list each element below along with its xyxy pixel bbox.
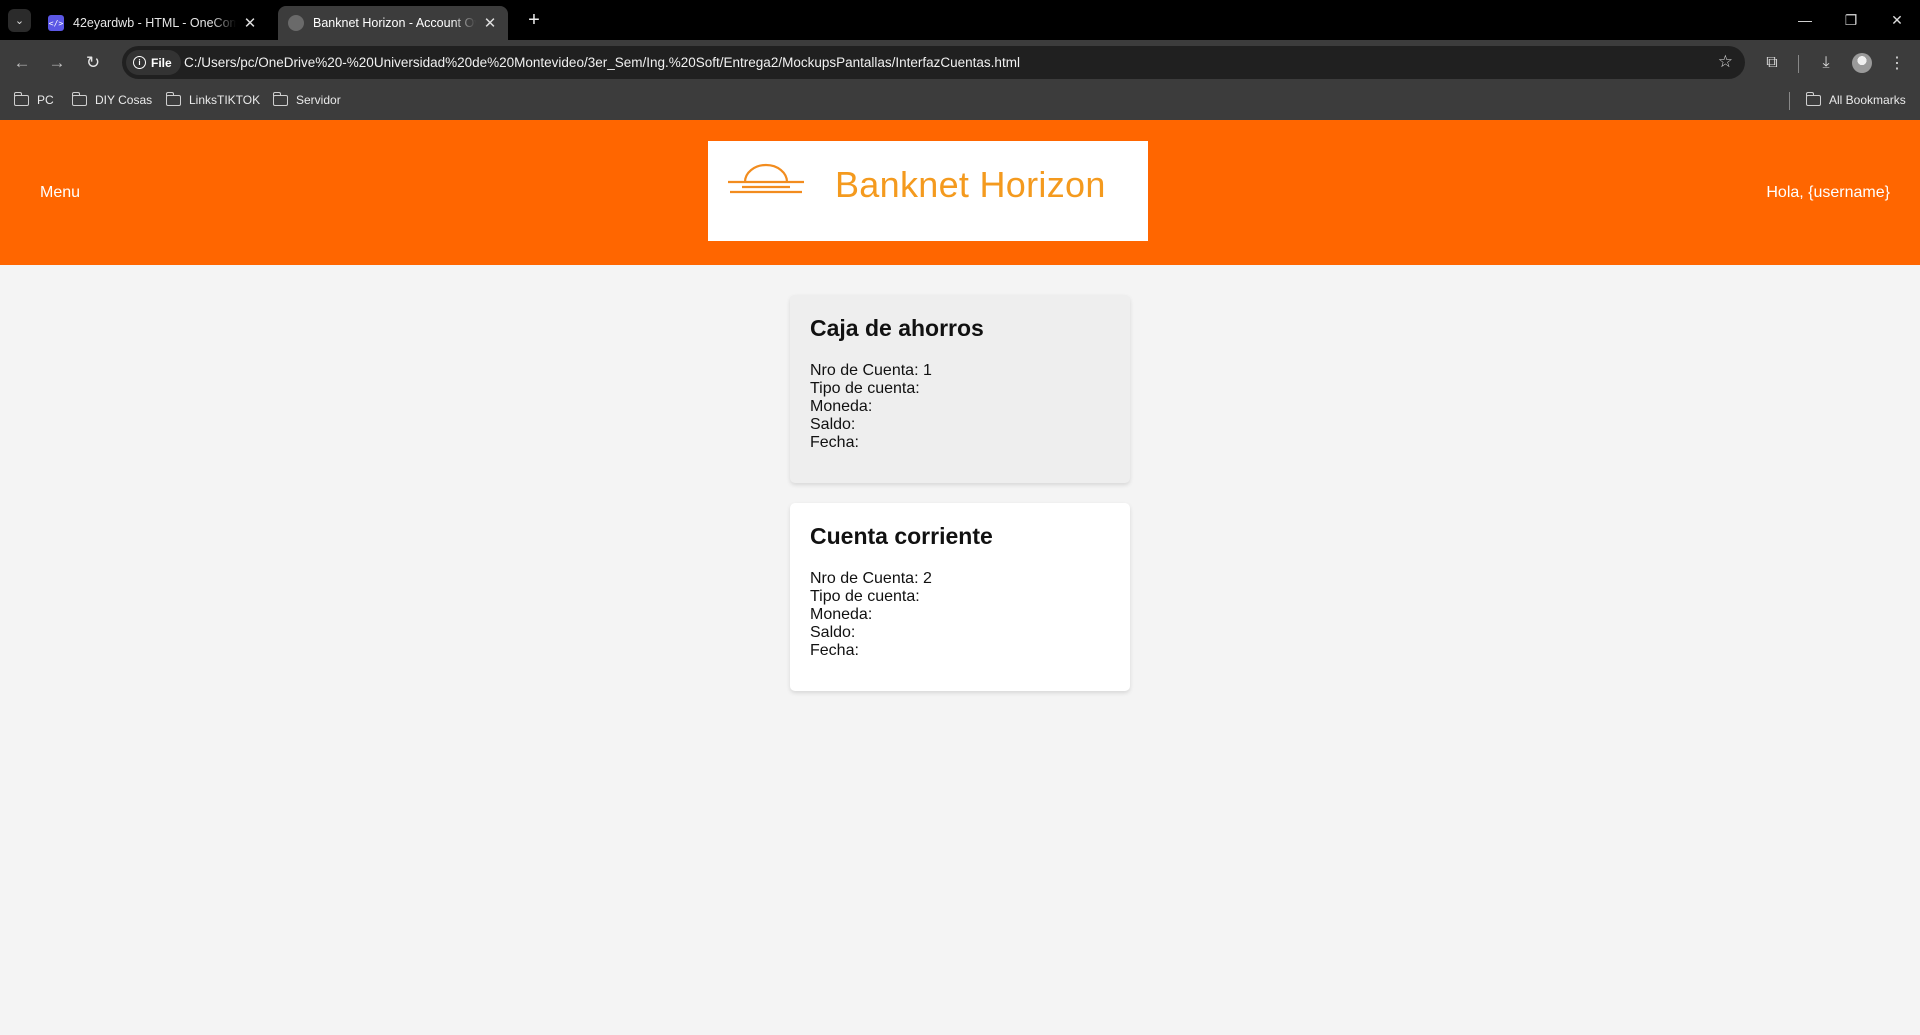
code-favicon-icon: </> (48, 15, 64, 31)
logo: Banknet Horizon (708, 141, 1148, 241)
toolbar-divider (1798, 55, 1799, 73)
sunset-logo-icon (728, 163, 804, 194)
account-title: Cuenta corriente (810, 523, 993, 549)
account-number: Nro de Cuenta: 1 (810, 362, 932, 379)
bookmarks-divider (1789, 92, 1790, 110)
account-currency: Moneda: (810, 398, 873, 415)
bookmarks-bar: PC DIY Cosas LinksTIKTOK Servidor All Bo… (0, 85, 1920, 120)
close-window-icon[interactable]: ✕ (1874, 0, 1920, 40)
profile-avatar-icon[interactable] (1849, 50, 1875, 76)
bookmark-linkstiktok[interactable]: LinksTIKTOK (165, 85, 261, 115)
account-type: Tipo de cuenta: (810, 588, 920, 605)
bookmark-label: PC (37, 93, 54, 107)
folder-icon (71, 91, 87, 106)
folder-icon (165, 91, 181, 106)
account-number: Nro de Cuenta: 2 (810, 570, 932, 587)
restore-icon[interactable]: ❐ (1828, 0, 1874, 40)
account-balance: Saldo: (810, 624, 856, 641)
download-icon[interactable]: ⤓ (1813, 50, 1839, 76)
bookmark-label: Servidor (296, 93, 341, 107)
more-menu-icon[interactable]: ⋮ (1884, 50, 1910, 76)
bookmark-servidor[interactable]: Servidor (272, 85, 341, 115)
bookmark-pc[interactable]: PC (13, 85, 54, 115)
back-arrow-icon[interactable]: ← (7, 48, 37, 78)
new-tab-plus-icon[interactable]: + (520, 6, 548, 34)
all-bookmarks[interactable]: All Bookmarks (1805, 85, 1906, 115)
account-card-savings[interactable]: Caja de ahorros Nro de Cuenta: 1 Tipo de… (790, 295, 1130, 483)
tab-title: Banknet Horizon - Account Overview (313, 16, 476, 30)
forward-arrow-icon[interactable]: → (42, 48, 72, 78)
browser-toolbar: ← → ↻ i File C:/Users/pc/OneDrive%20-%20… (0, 40, 1920, 85)
bookmark-star-icon[interactable]: ☆ (1718, 52, 1733, 72)
account-date: Fecha: (810, 434, 859, 451)
folder-icon (272, 91, 288, 106)
account-currency: Moneda: (810, 606, 873, 623)
bookmark-label: DIY Cosas (95, 93, 153, 107)
folder-icon (1805, 91, 1821, 106)
tab-banknet[interactable]: Banknet Horizon - Account Overview ✕ (278, 6, 508, 40)
browser-tab-bar: ⌄ </> 42eyardwb - HTML - OneCompiler ✕ B… (0, 0, 1920, 40)
account-balance: Saldo: (810, 416, 856, 433)
address-bar[interactable]: i File C:/Users/pc/OneDrive%20-%20Univer… (122, 46, 1745, 79)
account-card-checking[interactable]: Cuenta corriente Nro de Cuenta: 2 Tipo d… (790, 503, 1130, 691)
account-date: Fecha: (810, 642, 859, 659)
globe-favicon-icon (288, 15, 304, 31)
menu-link[interactable]: Menu (40, 184, 80, 202)
site-header: Menu Banknet Horizon Hola, {username} (0, 120, 1920, 265)
user-greeting: Hola, {username} (1766, 184, 1890, 201)
url-text[interactable]: C:/Users/pc/OneDrive%20-%20Universidad%2… (184, 46, 1020, 79)
minimize-icon[interactable]: — (1782, 0, 1828, 40)
logo-text: Banknet Horizon (835, 164, 1106, 205)
extensions-puzzle-icon[interactable]: ⧉ (1759, 50, 1785, 76)
account-title: Caja de ahorros (810, 315, 984, 341)
info-icon: i (133, 56, 146, 69)
account-type: Tipo de cuenta: (810, 380, 920, 397)
tab-onecompiler[interactable]: </> 42eyardwb - HTML - OneCompiler ✕ (38, 6, 268, 40)
tab-search-chevron-icon[interactable]: ⌄ (8, 9, 31, 32)
tab-title: 42eyardwb - HTML - OneCompiler (73, 16, 236, 30)
reload-icon[interactable]: ↻ (78, 48, 108, 78)
site-info-chip[interactable]: i File (126, 50, 181, 75)
folder-icon (13, 91, 29, 106)
bookmark-label: LinksTIKTOK (189, 93, 261, 107)
tab-close-icon[interactable]: ✕ (242, 14, 258, 32)
tab-close-icon[interactable]: ✕ (482, 14, 498, 32)
all-bookmarks-label: All Bookmarks (1829, 93, 1906, 107)
bookmark-diy-cosas[interactable]: DIY Cosas (71, 85, 153, 115)
chip-label: File (151, 55, 172, 70)
